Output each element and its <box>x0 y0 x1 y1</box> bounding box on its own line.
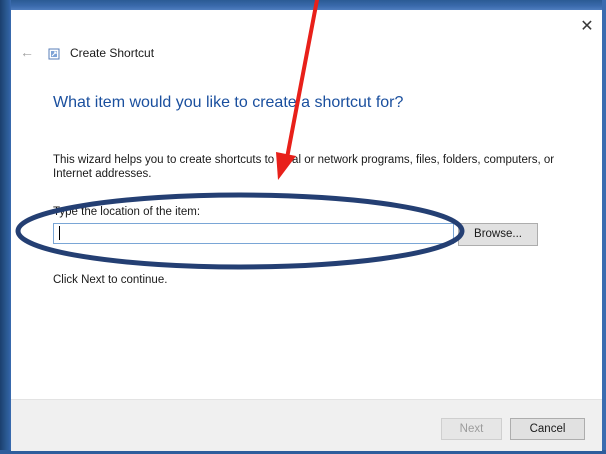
shortcut-app-icon <box>48 48 60 60</box>
text-caret <box>59 226 60 240</box>
next-button[interactable]: Next <box>441 418 502 440</box>
location-label: Type the location of the item: <box>53 206 201 218</box>
continue-hint: Click Next to continue. <box>53 274 168 286</box>
wizard-description: This wizard helps you to create shortcut… <box>53 154 555 180</box>
window-frame-top <box>0 0 606 10</box>
wizard-heading: What item would you like to create a sho… <box>53 94 404 111</box>
close-icon[interactable]: ✕ <box>576 16 598 38</box>
window-frame-right <box>602 0 606 454</box>
window-frame-left <box>0 0 11 454</box>
dialog-footer: Next Cancel <box>11 399 602 451</box>
back-arrow-icon[interactable]: ← <box>19 44 35 60</box>
screenshot-canvas: ✕ ← Create Shortcut What item would you … <box>0 0 606 454</box>
window-title: Create Shortcut <box>70 46 155 60</box>
cancel-button[interactable]: Cancel <box>510 418 585 440</box>
browse-button[interactable]: Browse... <box>458 223 538 246</box>
create-shortcut-dialog: ✕ ← Create Shortcut What item would you … <box>11 10 602 451</box>
location-input[interactable] <box>53 223 454 244</box>
